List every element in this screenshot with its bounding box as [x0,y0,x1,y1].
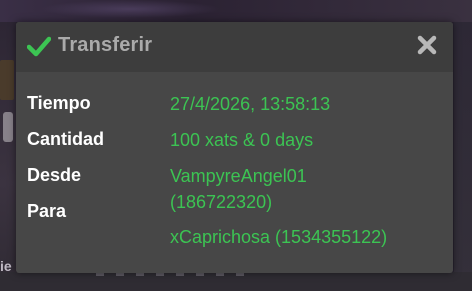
from-label: Desde [27,165,82,185]
to-label: Para [27,201,67,221]
transfer-dialog: Transferir Tiempo 27/4/2026, 13:58:13 Ca… [16,22,453,273]
time-label: Tiempo [27,93,91,113]
time-value: 27/4/2026, 13:58:13 [170,94,331,114]
dialog-title: Transferir [58,34,153,56]
to-value: xCaprichosa (1534355122) [170,227,388,247]
background-right-panel [454,22,472,291]
close-icon [417,35,437,55]
dialog-header: Transferir [16,22,453,72]
from-value-id: (186722320) [170,192,273,212]
close-button[interactable] [417,35,437,55]
background-left-decoration [0,60,14,100]
from-value-name: VampyreAngel01 [170,166,307,186]
amount-label: Cantidad [27,129,105,149]
check-icon [26,35,52,57]
background-left-avatar [3,112,13,142]
background-logo-glow [40,0,220,18]
background-bottom-text: ie [0,258,12,274]
amount-value: 100 xats & 0 days [170,130,314,150]
